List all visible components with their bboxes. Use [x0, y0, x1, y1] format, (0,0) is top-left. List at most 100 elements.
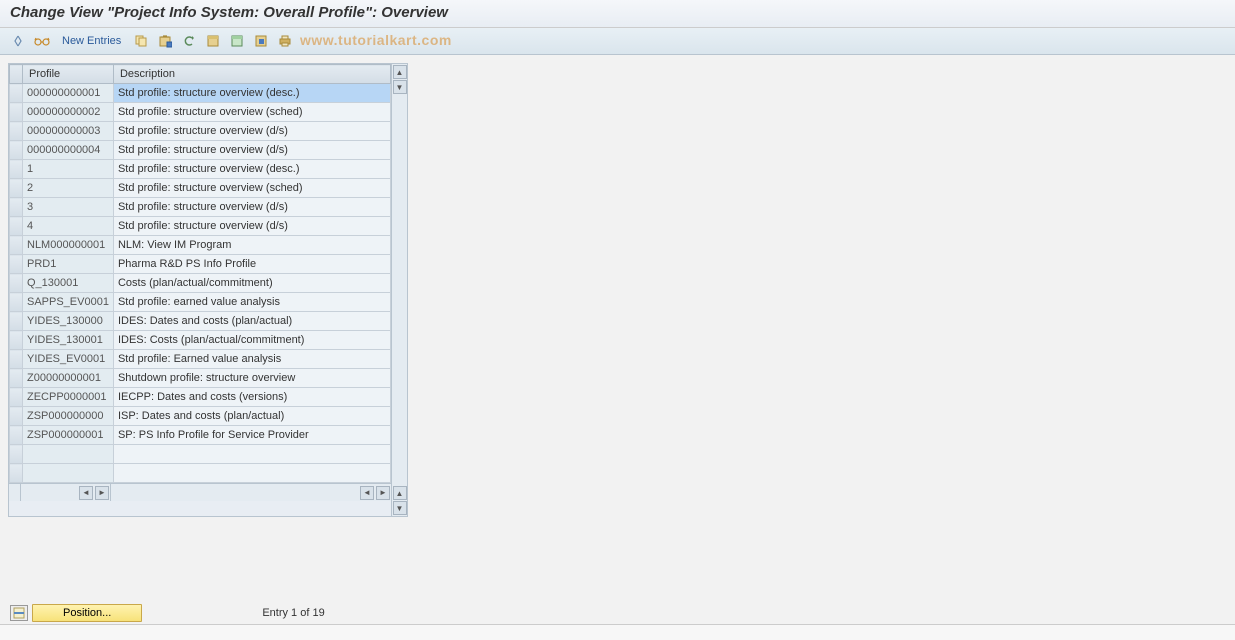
profile-cell[interactable]: 000000000001: [23, 84, 114, 103]
description-cell[interactable]: Costs (plan/actual/commitment): [113, 274, 390, 293]
description-cell[interactable]: Std profile: structure overview (sched): [113, 103, 390, 122]
profile-cell[interactable]: YIDES_130001: [23, 331, 114, 350]
profile-cell[interactable]: SAPPS_EV0001: [23, 293, 114, 312]
select-all-icon[interactable]: [203, 31, 223, 51]
table-row[interactable]: [10, 464, 391, 483]
vertical-scrollbar[interactable]: ▲ ▼ ▲ ▼: [391, 64, 407, 516]
table-row[interactable]: SAPPS_EV0001Std profile: earned value an…: [10, 293, 391, 312]
description-cell[interactable]: Std profile: structure overview (d/s): [113, 122, 390, 141]
table-row[interactable]: 2Std profile: structure overview (sched): [10, 179, 391, 198]
profile-cell[interactable]: Z00000000001: [23, 369, 114, 388]
select-block-icon[interactable]: [227, 31, 247, 51]
profile-cell[interactable]: 2: [23, 179, 114, 198]
position-icon[interactable]: [10, 605, 28, 621]
description-cell[interactable]: Std profile: structure overview (desc.): [113, 84, 390, 103]
row-selector[interactable]: [10, 293, 23, 312]
description-cell[interactable]: Std profile: Earned value analysis: [113, 350, 390, 369]
description-cell[interactable]: Shutdown profile: structure overview: [113, 369, 390, 388]
scroll-down-icon[interactable]: ▼: [393, 80, 407, 94]
description-cell[interactable]: Std profile: structure overview (d/s): [113, 198, 390, 217]
description-cell[interactable]: Std profile: structure overview (d/s): [113, 217, 390, 236]
row-selector[interactable]: [10, 179, 23, 198]
table-row[interactable]: 4Std profile: structure overview (d/s): [10, 217, 391, 236]
row-selector[interactable]: [10, 236, 23, 255]
profile-cell[interactable]: 3: [23, 198, 114, 217]
select-column-header[interactable]: [10, 65, 23, 84]
description-cell[interactable]: [113, 445, 390, 464]
deselect-all-icon[interactable]: [251, 31, 271, 51]
profile-column-header[interactable]: Profile: [23, 65, 114, 84]
row-selector[interactable]: [10, 274, 23, 293]
description-cell[interactable]: Std profile: earned value analysis: [113, 293, 390, 312]
row-selector[interactable]: [10, 122, 23, 141]
table-row[interactable]: ZSP000000000ISP: Dates and costs (plan/a…: [10, 407, 391, 426]
scroll-up2-icon[interactable]: ▲: [393, 486, 407, 500]
table-row[interactable]: ZECPP0000001IECPP: Dates and costs (vers…: [10, 388, 391, 407]
row-selector[interactable]: [10, 445, 23, 464]
print-icon[interactable]: [275, 31, 295, 51]
new-entries-button[interactable]: New Entries: [56, 35, 127, 47]
description-column-header[interactable]: Description: [113, 65, 390, 84]
table-row[interactable]: Q_130001Costs (plan/actual/commitment): [10, 274, 391, 293]
row-selector[interactable]: [10, 350, 23, 369]
profile-cell[interactable]: [23, 445, 114, 464]
undo-icon[interactable]: [179, 31, 199, 51]
profile-cell[interactable]: 000000000003: [23, 122, 114, 141]
table-row[interactable]: 000000000002Std profile: structure overv…: [10, 103, 391, 122]
scroll-left2-icon[interactable]: ◄: [360, 486, 374, 500]
table-row[interactable]: YIDES_130001IDES: Costs (plan/actual/com…: [10, 331, 391, 350]
row-selector[interactable]: [10, 426, 23, 445]
table-row[interactable]: YIDES_130000IDES: Dates and costs (plan/…: [10, 312, 391, 331]
row-selector[interactable]: [10, 103, 23, 122]
description-cell[interactable]: SP: PS Info Profile for Service Provider: [113, 426, 390, 445]
table-row[interactable]: YIDES_EV0001Std profile: Earned value an…: [10, 350, 391, 369]
profile-cell[interactable]: NLM000000001: [23, 236, 114, 255]
row-selector[interactable]: [10, 255, 23, 274]
row-selector[interactable]: [10, 160, 23, 179]
profile-cell[interactable]: YIDES_EV0001: [23, 350, 114, 369]
profile-cell[interactable]: 1: [23, 160, 114, 179]
row-selector[interactable]: [10, 312, 23, 331]
scroll-left-icon[interactable]: ◄: [79, 486, 93, 500]
table-row[interactable]: [10, 445, 391, 464]
description-cell[interactable]: NLM: View IM Program: [113, 236, 390, 255]
delete-icon[interactable]: [155, 31, 175, 51]
description-cell[interactable]: IDES: Dates and costs (plan/actual): [113, 312, 390, 331]
glasses-icon[interactable]: [32, 31, 52, 51]
row-selector[interactable]: [10, 464, 23, 483]
description-cell[interactable]: IDES: Costs (plan/actual/commitment): [113, 331, 390, 350]
description-cell[interactable]: Std profile: structure overview (desc.): [113, 160, 390, 179]
profile-cell[interactable]: ZSP000000001: [23, 426, 114, 445]
position-button[interactable]: Position...: [32, 604, 142, 622]
table-row[interactable]: NLM000000001NLM: View IM Program: [10, 236, 391, 255]
profile-cell[interactable]: 4: [23, 217, 114, 236]
description-cell[interactable]: Std profile: structure overview (d/s): [113, 141, 390, 160]
row-selector[interactable]: [10, 407, 23, 426]
profile-cell[interactable]: [23, 464, 114, 483]
table-row[interactable]: 000000000004Std profile: structure overv…: [10, 141, 391, 160]
row-selector[interactable]: [10, 141, 23, 160]
table-row[interactable]: 000000000003Std profile: structure overv…: [10, 122, 391, 141]
description-cell[interactable]: Pharma R&D PS Info Profile: [113, 255, 390, 274]
row-selector[interactable]: [10, 84, 23, 103]
table-row[interactable]: 1Std profile: structure overview (desc.): [10, 160, 391, 179]
table-row[interactable]: 3Std profile: structure overview (d/s): [10, 198, 391, 217]
table-row[interactable]: Z00000000001Shutdown profile: structure …: [10, 369, 391, 388]
toggle-display-change-icon[interactable]: [8, 31, 28, 51]
row-selector[interactable]: [10, 388, 23, 407]
copy-icon[interactable]: [131, 31, 151, 51]
profile-cell[interactable]: ZSP000000000: [23, 407, 114, 426]
profile-cell[interactable]: PRD1: [23, 255, 114, 274]
scroll-right-icon[interactable]: ►: [95, 486, 109, 500]
description-cell[interactable]: IECPP: Dates and costs (versions): [113, 388, 390, 407]
row-selector[interactable]: [10, 331, 23, 350]
row-selector[interactable]: [10, 198, 23, 217]
table-row[interactable]: ZSP000000001SP: PS Info Profile for Serv…: [10, 426, 391, 445]
table-row[interactable]: PRD1Pharma R&D PS Info Profile: [10, 255, 391, 274]
row-selector[interactable]: [10, 369, 23, 388]
profile-cell[interactable]: ZECPP0000001: [23, 388, 114, 407]
scroll-down2-icon[interactable]: ▼: [393, 501, 407, 515]
profile-cell[interactable]: 000000000004: [23, 141, 114, 160]
scroll-right2-icon[interactable]: ►: [376, 486, 390, 500]
profile-cell[interactable]: YIDES_130000: [23, 312, 114, 331]
